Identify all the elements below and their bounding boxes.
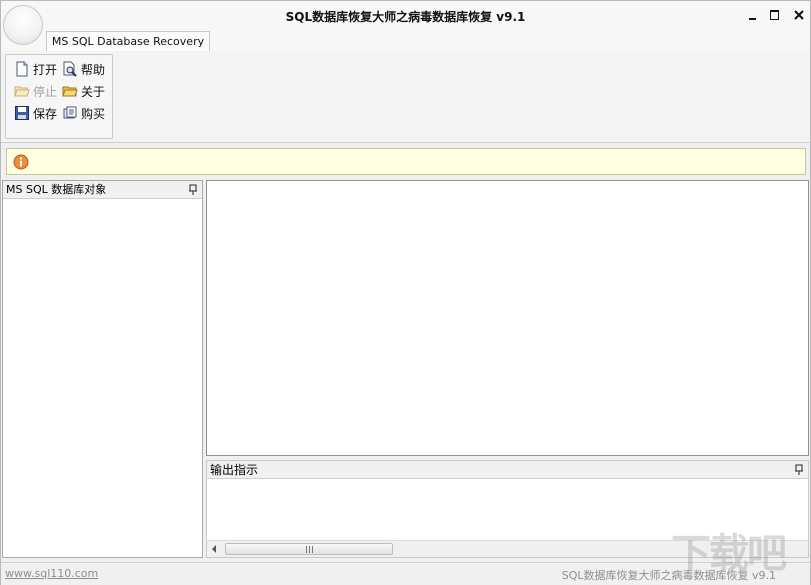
- close-icon: [794, 10, 804, 20]
- status-app-name: SQL数据库恢复大师之病毒数据库恢复 v9.1: [561, 569, 776, 582]
- buy-button[interactable]: 购买: [62, 103, 105, 123]
- tab-ms-sql-database-recovery[interactable]: MS SQL Database Recovery: [46, 31, 210, 51]
- database-objects-panel: MS SQL 数据库对象: [2, 180, 203, 558]
- buy-button-label: 购买: [81, 106, 106, 121]
- info-bar: [6, 148, 806, 175]
- about-button-label: 关于: [81, 84, 106, 99]
- database-objects-tree[interactable]: [3, 199, 202, 557]
- horizontal-scrollbar[interactable]: [207, 540, 808, 557]
- scrollbar-thumb[interactable]: [225, 543, 393, 555]
- purchase-icon: [63, 106, 77, 119]
- application-menu-button[interactable]: [3, 5, 43, 45]
- website-link[interactable]: www.sql110.com: [5, 567, 98, 580]
- help-button[interactable]: 帮助: [62, 59, 105, 79]
- document-search-icon: [63, 61, 77, 77]
- help-button-label: 帮助: [81, 62, 106, 77]
- pin-icon[interactable]: [794, 464, 804, 476]
- title-bar[interactable]: SQL数据库恢复大师之病毒数据库恢复 v9.1: [1, 1, 810, 31]
- folder-open-icon: [14, 86, 30, 97]
- ribbon-group: 打开 帮助 停止 关于 保存 购买: [5, 54, 113, 139]
- database-objects-header: MS SQL 数据库对象: [3, 181, 202, 199]
- app-window: SQL数据库恢复大师之病毒数据库恢复 v9.1 MS SQL Database …: [0, 0, 811, 585]
- folder-icon: [62, 86, 78, 97]
- ribbon-panel: 打开 帮助 停止 关于 保存 购买: [1, 51, 810, 143]
- output-title: 输出指示: [210, 463, 259, 477]
- info-icon: [13, 154, 29, 170]
- database-objects-title: MS SQL 数据库对象: [6, 183, 107, 196]
- pin-icon[interactable]: [188, 184, 198, 196]
- maximize-button[interactable]: [767, 7, 783, 23]
- scroll-left-icon[interactable]: [209, 544, 219, 554]
- save-button-label: 保存: [33, 106, 58, 121]
- output-header: 输出指示: [207, 461, 808, 479]
- ribbon-tab-strip: MS SQL Database Recovery: [1, 31, 810, 52]
- about-button[interactable]: 关于: [62, 81, 105, 101]
- main-content-area[interactable]: [206, 180, 809, 456]
- stop-button[interactable]: 停止: [14, 81, 57, 101]
- floppy-disk-icon: [15, 106, 29, 120]
- open-button-label: 打开: [33, 62, 58, 77]
- status-bar: www.sql110.com SQL数据库恢复大师之病毒数据库恢复 v9.1: [1, 562, 810, 585]
- open-button[interactable]: 打开: [14, 59, 57, 79]
- stop-button-label: 停止: [33, 84, 58, 99]
- minimize-button[interactable]: [745, 7, 761, 23]
- new-document-icon: [16, 61, 28, 77]
- close-button[interactable]: [791, 7, 807, 23]
- save-button[interactable]: 保存: [14, 103, 57, 123]
- window-title: SQL数据库恢复大师之病毒数据库恢复 v9.1: [285, 10, 526, 24]
- output-panel: 输出指示: [206, 460, 809, 558]
- grip-icon: [306, 546, 314, 553]
